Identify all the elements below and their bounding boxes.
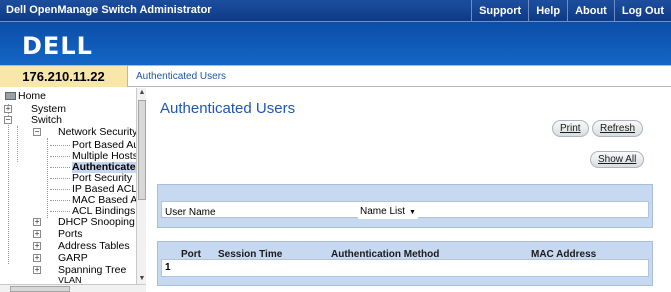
collapse-icon[interactable]: − (33, 128, 41, 136)
table-row (161, 259, 649, 277)
collapse-icon[interactable]: − (4, 116, 12, 124)
refresh-button[interactable]: Refresh (592, 120, 644, 137)
results-table (157, 241, 653, 286)
page-title: Authenticated Users (160, 100, 296, 117)
tree-item-spanning-tree[interactable]: Spanning Tree (58, 265, 126, 276)
top-menu-bar: Dell OpenManage Switch Administrator Sup… (0, 0, 671, 22)
column-header-authentication-method: Authentication Method (331, 249, 440, 260)
table-cell-port: 1 (165, 262, 171, 273)
chevron-down-icon: ▼ (409, 209, 416, 216)
show-all-button[interactable]: Show All (590, 151, 645, 168)
user-name-label: User Name (165, 207, 216, 218)
tree-item-switch[interactable]: Switch (31, 115, 62, 126)
user-name-select[interactable]: Name List ▼ (358, 205, 418, 219)
expand-icon[interactable]: + (33, 242, 41, 250)
tree-item-address-tables[interactable]: Address Tables (58, 241, 130, 252)
expand-icon[interactable]: + (33, 230, 41, 238)
tree-item-network-security[interactable]: Network Security (58, 127, 137, 138)
home-icon (5, 92, 16, 100)
tree-item-garp[interactable]: GARP (58, 253, 88, 264)
top-menu: Support Help About Log Out (471, 0, 671, 22)
expand-icon[interactable]: + (33, 218, 41, 226)
help-link[interactable]: Help (528, 0, 567, 22)
tree-vertical-scrollbar[interactable]: ▲ ▼ (136, 88, 146, 284)
navigation-tree: Home + System − Switch − Network Securit… (0, 88, 146, 292)
scrollbar-thumb[interactable] (138, 100, 146, 200)
scroll-up-icon[interactable]: ▲ (137, 88, 147, 98)
user-name-select-value: Name List (360, 206, 406, 217)
column-header-session-time: Session Time (218, 249, 283, 260)
tree-horizontal-scrollbar[interactable] (0, 284, 146, 292)
tree-item-vlan[interactable]: VLAN (58, 277, 82, 283)
support-link[interactable]: Support (471, 0, 528, 22)
scroll-down-icon[interactable]: ▼ (137, 274, 147, 284)
device-ip: 176.210.11.22 (0, 66, 128, 87)
app-title: Dell OpenManage Switch Administrator (6, 4, 212, 16)
column-header-mac-address: MAC Address (531, 249, 597, 260)
scrollbar-thumb[interactable] (10, 286, 70, 292)
log-out-link[interactable]: Log Out (613, 0, 671, 22)
tree-item-ports[interactable]: Ports (58, 229, 83, 240)
tree-item-home[interactable]: Home (18, 91, 46, 102)
address-bar: 176.210.11.22 Authenticated Users (0, 65, 671, 87)
dell-logo: DELL (22, 32, 93, 60)
expand-icon[interactable]: + (33, 254, 41, 262)
print-button[interactable]: Print (552, 120, 589, 137)
expand-icon[interactable]: + (33, 266, 41, 274)
expand-icon[interactable]: + (4, 105, 12, 113)
brand-banner: DELL (0, 22, 671, 65)
column-header-port: Port (181, 249, 201, 260)
breadcrumb[interactable]: Authenticated Users (136, 66, 226, 87)
about-link[interactable]: About (567, 0, 614, 22)
tree-item-dhcp-snooping[interactable]: DHCP Snooping (58, 217, 135, 228)
